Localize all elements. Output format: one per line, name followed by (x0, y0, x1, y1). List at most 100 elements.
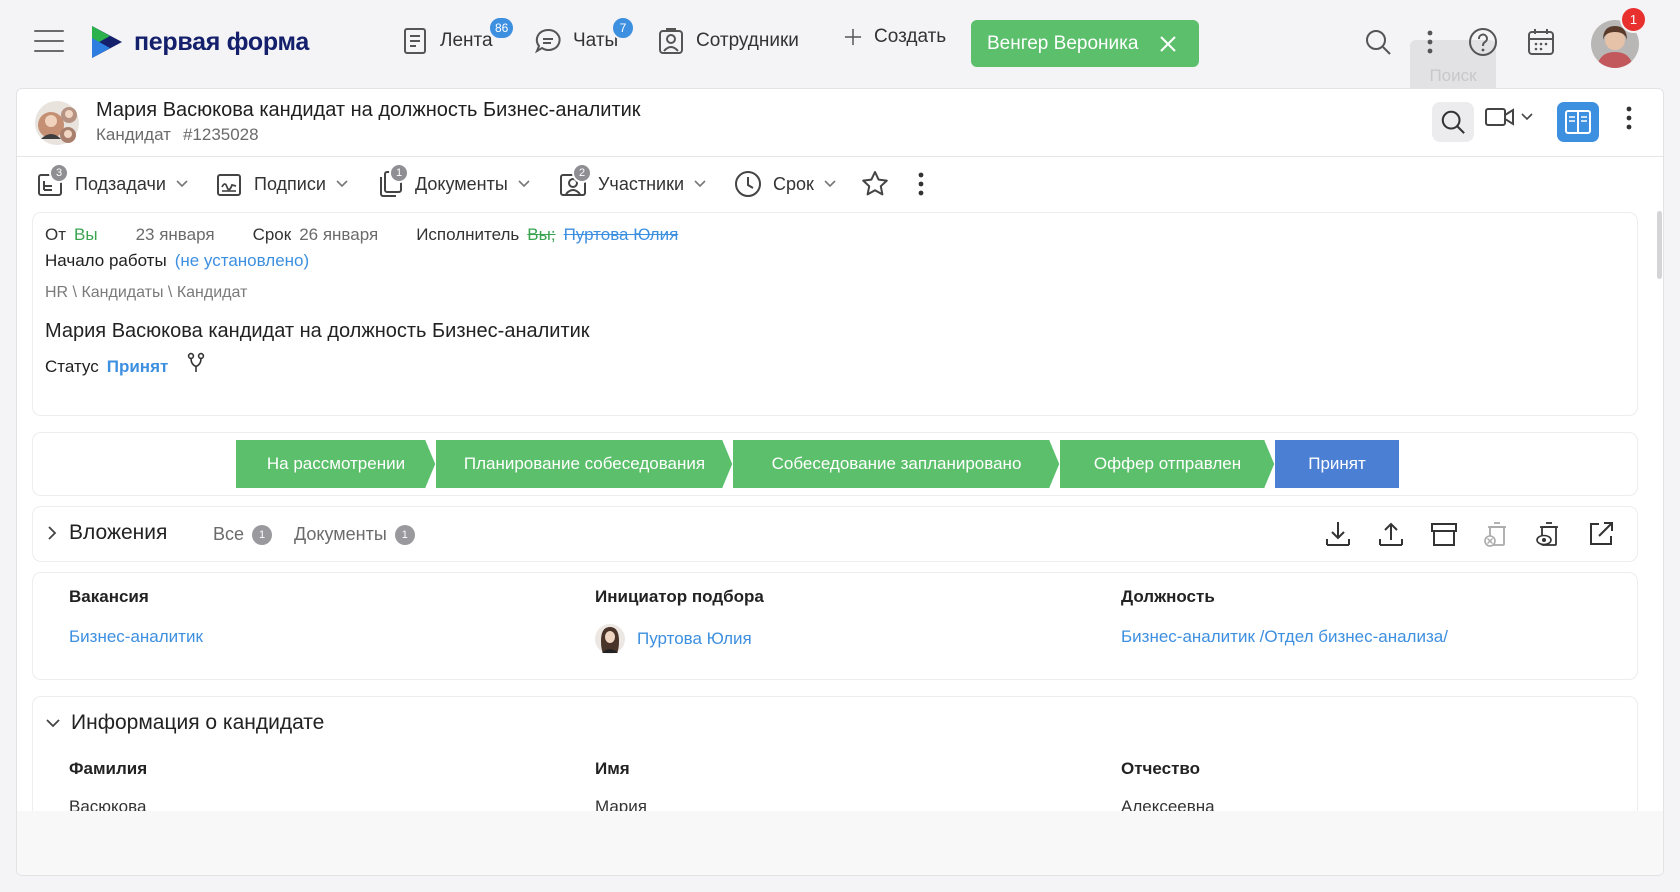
contacts-icon (659, 28, 683, 54)
chevron-down-icon (46, 719, 60, 728)
notification-badge: 1 (1620, 6, 1647, 33)
nav-feed[interactable]: Лента 86 (400, 16, 516, 56)
scrollbar[interactable] (1657, 211, 1662, 279)
tab-all-count: 1 (252, 524, 273, 545)
from-label: От (45, 225, 67, 244)
record-subtitle: Кандидат #1235028 (96, 125, 259, 145)
side-panel-toggle[interactable] (1557, 102, 1599, 142)
candidate-info-header[interactable]: Информация о кандидате (45, 711, 324, 735)
deadline-button[interactable]: Срок (733, 167, 836, 201)
start-row: Начало работы (не установлено) (45, 251, 309, 271)
help-icon[interactable] (1467, 26, 1499, 58)
route-branch-icon[interactable] (186, 352, 206, 374)
status-pipeline-panel: На рассмотрении Планирование собеседован… (33, 433, 1637, 495)
status-value[interactable]: Принят (107, 357, 169, 377)
chevron-down-icon (694, 180, 706, 188)
chat-icon (534, 28, 561, 54)
stage-offer-sent[interactable]: Оффер отправлен (1060, 440, 1275, 488)
top-bar: первая форма Лента 86 Чаты 7 Сотрудники … (0, 0, 1680, 92)
delete-disabled-icon[interactable] (1481, 519, 1511, 549)
plus-icon (844, 28, 862, 46)
nav-create-label: Создать (874, 26, 947, 47)
nav-create[interactable]: Создать (842, 26, 946, 48)
stage-label: На рассмотрении (266, 454, 406, 473)
initiator-link[interactable]: Пуртова Юлия (595, 623, 752, 655)
signature-icon (217, 174, 241, 196)
record-type: Кандидат (96, 125, 171, 144)
search-icon[interactable] (1362, 26, 1394, 58)
stage-interview-planning[interactable]: Планирование собеседования (436, 440, 733, 488)
participants-button[interactable]: 2 Участники (558, 163, 706, 201)
signatures-button[interactable]: Подписи (214, 167, 348, 201)
documents-button[interactable]: 1 Документы (375, 163, 530, 201)
stage-label: Оффер отправлен (1093, 454, 1242, 473)
star-icon (862, 171, 888, 196)
status-label: Статус (45, 357, 99, 376)
breadcrumb[interactable]: HR \ Кандидаты \ Кандидат (45, 284, 247, 302)
chevron-down-icon (176, 180, 188, 188)
stage-interview-scheduled[interactable]: Собеседование запланировано (733, 440, 1060, 488)
nav-chats[interactable]: Чаты 7 (533, 16, 635, 56)
upload-icon[interactable] (1376, 519, 1406, 549)
tab-all-label: Все (213, 524, 245, 544)
nav-feed-label: Лента (440, 30, 493, 51)
video-call-button[interactable] (1485, 105, 1533, 129)
chevron-down-icon (518, 180, 530, 188)
vacancy-label: Вакансия (69, 587, 149, 606)
subtasks-label: Подзадачи (75, 173, 166, 194)
bottom-area (17, 811, 1663, 875)
toolbar-more-button[interactable] (917, 167, 925, 201)
open-external-icon[interactable] (1586, 519, 1616, 549)
close-icon[interactable] (1158, 34, 1178, 54)
logo-icon (92, 26, 122, 58)
attachments-header[interactable]: Вложения (47, 521, 167, 545)
start-value[interactable]: (не установлено) (175, 251, 309, 271)
candidate-info-title: Информация о кандидате (71, 711, 325, 734)
logo-text: первая форма (134, 27, 309, 56)
calendar-icon[interactable] (1525, 26, 1557, 58)
more-vertical-icon[interactable] (1625, 105, 1633, 136)
stage-label: Собеседование запланировано (771, 454, 1022, 473)
logo[interactable]: первая форма (90, 24, 309, 60)
tab-documents[interactable]: Документы 1 (294, 524, 415, 545)
menu-icon[interactable] (34, 30, 64, 56)
favorite-button[interactable] (860, 167, 890, 201)
tab-all[interactable]: Все 1 (213, 524, 273, 545)
chevron-down-icon (1521, 113, 1533, 121)
executor-you[interactable]: Вы; (527, 225, 555, 245)
subtasks-count-badge: 3 (49, 163, 69, 183)
user-filter-chip[interactable]: Венгер Вероника (971, 20, 1199, 67)
download-icon[interactable] (1323, 519, 1353, 549)
archive-icon[interactable] (1429, 519, 1459, 549)
initiator-name: Пуртова Юлия (637, 629, 752, 648)
vacancy-link[interactable]: Бизнес-аналитик (69, 627, 203, 647)
nav-employees[interactable]: Сотрудники (656, 26, 799, 56)
position-label: Должность (1121, 587, 1215, 606)
position-link[interactable]: Бизнес-аналитик /Отдел бизнес-анализа/ (1121, 627, 1448, 647)
signatures-label: Подписи (254, 173, 326, 194)
chevron-right-icon (48, 526, 57, 540)
view-icon[interactable] (1533, 519, 1563, 549)
deadline-field-label: Срок (252, 225, 292, 244)
task-meta-row: От Вы 23 января Срок 26 января Исполните… (45, 225, 678, 245)
tab-documents-label: Документы (294, 524, 387, 544)
video-camera-icon (1485, 108, 1514, 126)
search-in-task-button[interactable] (1432, 102, 1474, 142)
user-chip-label: Венгер Вероника (987, 32, 1139, 54)
deadline-value[interactable]: 26 января (299, 225, 378, 245)
participants-label: Участники (598, 173, 684, 194)
executor-name[interactable]: Пуртова Юлия (564, 225, 679, 245)
documents-label: Документы (415, 173, 508, 194)
page-title: Мария Васюкова кандидат на должность Биз… (96, 99, 641, 121)
executor-label: Исполнитель (416, 225, 520, 244)
more-vertical-icon[interactable] (1414, 26, 1446, 58)
record-number: #1235028 (182, 125, 259, 144)
stage-accepted[interactable]: Принят (1275, 440, 1399, 488)
more-vertical-icon (918, 172, 924, 196)
tab-documents-count: 1 (394, 524, 415, 545)
from-value[interactable]: Вы (74, 225, 98, 245)
vacancy-fields-panel: Вакансия Бизнес-аналитик Инициатор подбо… (33, 573, 1637, 679)
subtasks-button[interactable]: 3 Подзадачи (35, 163, 188, 201)
stage-under-review[interactable]: На рассмотрении (236, 440, 436, 488)
patronymic-label: Отчество (1121, 759, 1201, 778)
